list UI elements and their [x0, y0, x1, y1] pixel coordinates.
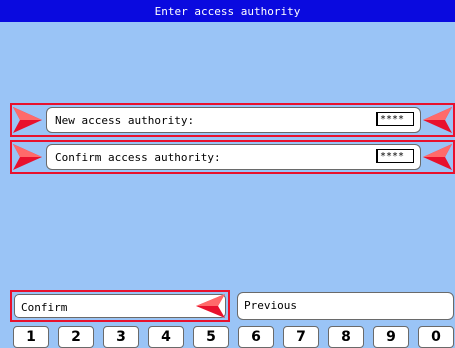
confirm-button-label: Confirm	[21, 301, 68, 314]
new-access-authority-field[interactable]: New access authority: ****	[46, 107, 421, 133]
key-4[interactable]: 4	[148, 326, 184, 348]
key-7[interactable]: 7	[283, 326, 319, 348]
arrow-right-icon	[13, 144, 42, 170]
key-5[interactable]: 5	[193, 326, 229, 348]
new-access-authority-input[interactable]: ****	[376, 112, 414, 126]
key-0[interactable]: 0	[418, 326, 454, 348]
confirm-access-authority-input[interactable]: ****	[376, 149, 414, 163]
key-8[interactable]: 8	[328, 326, 364, 348]
key-9[interactable]: 9	[373, 326, 409, 348]
arrow-left-icon	[423, 107, 452, 133]
title-bar: Enter access authority	[0, 0, 455, 22]
window-title: Enter access authority	[154, 4, 301, 18]
confirm-button[interactable]: Confirm	[10, 290, 230, 322]
arrow-left-icon	[196, 294, 225, 318]
previous-button-label: Previous	[244, 299, 297, 312]
key-2[interactable]: 2	[58, 326, 94, 348]
key-6[interactable]: 6	[238, 326, 274, 348]
previous-button[interactable]: Previous	[237, 292, 454, 320]
arrow-left-icon	[423, 144, 452, 170]
key-3[interactable]: 3	[103, 326, 139, 348]
new-access-authority-row[interactable]: New access authority: ****	[10, 103, 455, 137]
confirm-access-authority-row[interactable]: Confirm access authority: ****	[10, 140, 455, 174]
confirm-access-authority-label: Confirm access authority:	[55, 151, 221, 164]
arrow-right-icon	[13, 107, 42, 133]
key-1[interactable]: 1	[13, 326, 49, 348]
new-access-authority-label: New access authority:	[55, 114, 195, 127]
confirm-access-authority-field[interactable]: Confirm access authority: ****	[46, 144, 421, 170]
